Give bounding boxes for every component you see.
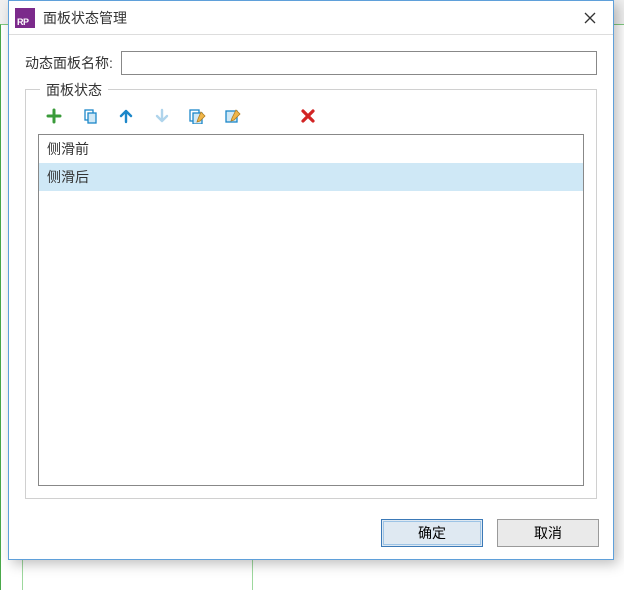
states-toolbar: [38, 100, 584, 134]
states-fieldset: 面板状态: [25, 89, 597, 499]
list-item[interactable]: 侧滑前: [39, 135, 583, 163]
delete-state-button[interactable]: [298, 106, 318, 126]
delete-icon: [300, 108, 316, 124]
panel-state-dialog: RP 面板状态管理 动态面板名称: 面板状态: [8, 0, 614, 560]
list-item[interactable]: 侧滑后: [39, 163, 583, 191]
close-icon: [584, 12, 596, 24]
add-state-button[interactable]: [44, 106, 64, 126]
name-row: 动态面板名称:: [25, 51, 597, 75]
states-listbox[interactable]: 侧滑前侧滑后: [38, 134, 584, 486]
states-legend: 面板状态: [40, 80, 108, 100]
add-icon: [46, 108, 62, 124]
titlebar: RP 面板状态管理: [9, 1, 613, 35]
edit-icon: [225, 108, 243, 124]
dialog-title: 面板状态管理: [43, 8, 559, 28]
background-divider: [252, 560, 253, 590]
panel-name-input[interactable]: [121, 51, 597, 75]
move-down-button: [152, 106, 172, 126]
app-icon: RP: [15, 8, 35, 28]
edit-state-button[interactable]: [224, 106, 244, 126]
arrow-up-icon: [118, 108, 134, 124]
arrow-down-icon: [154, 108, 170, 124]
close-button[interactable]: [567, 1, 613, 35]
ok-button[interactable]: 确定: [381, 519, 483, 547]
move-up-button[interactable]: [116, 106, 136, 126]
dialog-footer: 确定 取消: [9, 509, 613, 559]
background-divider: [22, 560, 23, 590]
edit-all-states-button[interactable]: [188, 106, 208, 126]
duplicate-icon: [82, 108, 98, 124]
edit-all-icon: [189, 108, 207, 124]
name-label: 动态面板名称:: [25, 53, 113, 73]
cancel-button[interactable]: 取消: [497, 519, 599, 547]
duplicate-state-button[interactable]: [80, 106, 100, 126]
dialog-body: 动态面板名称: 面板状态: [9, 35, 613, 509]
